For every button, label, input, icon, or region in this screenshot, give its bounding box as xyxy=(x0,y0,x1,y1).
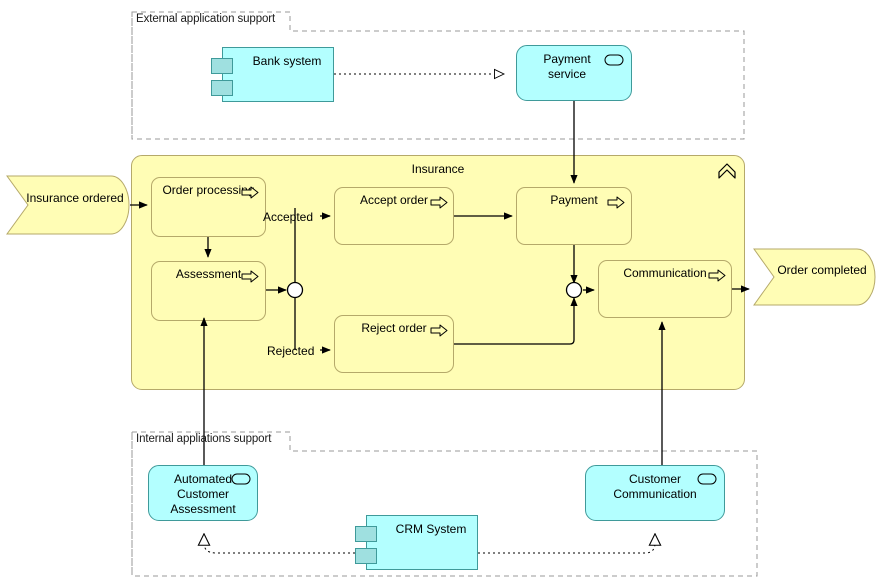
component-crm-system-label: CRM System xyxy=(395,522,467,536)
diagram-canvas: Insurance Insurance ordered Order comple… xyxy=(0,0,884,586)
process-assessment[interactable]: Assessment xyxy=(151,261,266,321)
service-customer-communication-label: Customer Communication xyxy=(613,472,697,501)
process-communication[interactable]: Communication xyxy=(598,260,732,318)
component-lug-upper xyxy=(211,58,233,74)
edge-crm-system-realizes-automated-customer-assessment xyxy=(204,534,355,554)
process-accept-order-label: Accept order xyxy=(359,193,429,207)
process-order-processing[interactable]: Order processing xyxy=(151,177,266,237)
service-automated-customer-assessment[interactable]: Automated Customer Assessment xyxy=(148,465,258,521)
group-internal-appliations-support-label: Internal appliations support xyxy=(136,433,272,445)
edge-label-rejected: Rejected xyxy=(267,344,315,358)
group-external-application-support-label: External application support xyxy=(136,13,276,25)
event-insurance-ordered-label: Insurance ordered xyxy=(26,191,124,205)
event-order-completed-label: Order completed xyxy=(777,263,867,277)
process-payment[interactable]: Payment xyxy=(516,187,632,245)
process-communication-label: Communication xyxy=(623,266,707,280)
component-bank-system-label: Bank system xyxy=(252,54,322,68)
service-automated-customer-assessment-label: Automated Customer Assessment xyxy=(170,472,236,516)
event-insurance-ordered[interactable]: Insurance ordered xyxy=(6,175,130,235)
component-bank-system[interactable]: Bank system xyxy=(222,47,334,102)
process-accept-order[interactable]: Accept order xyxy=(334,187,454,245)
event-flag-shape xyxy=(753,248,876,306)
process-order-processing-label: Order processing xyxy=(162,183,255,197)
process-assessment-label: Assessment xyxy=(175,267,242,281)
component-lug-upper xyxy=(355,526,377,542)
insurance-container-label: Insurance xyxy=(411,162,465,176)
edge-crm-system-realizes-customer-communication xyxy=(478,534,655,554)
service-payment-service[interactable]: Payment service xyxy=(516,45,632,101)
process-reject-order-label: Reject order xyxy=(361,321,427,335)
component-lug-lower xyxy=(211,80,233,96)
event-order-completed[interactable]: Order completed xyxy=(753,248,877,306)
process-reject-order[interactable]: Reject order xyxy=(334,315,454,373)
service-payment-service-label: Payment service xyxy=(543,52,591,81)
service-customer-communication[interactable]: Customer Communication xyxy=(585,465,725,521)
component-crm-system[interactable]: CRM System xyxy=(366,515,478,570)
component-lug-lower xyxy=(355,548,377,564)
edge-label-accepted: Accepted xyxy=(263,210,314,224)
process-payment-label: Payment xyxy=(550,193,598,207)
event-flag-shape xyxy=(6,175,130,235)
